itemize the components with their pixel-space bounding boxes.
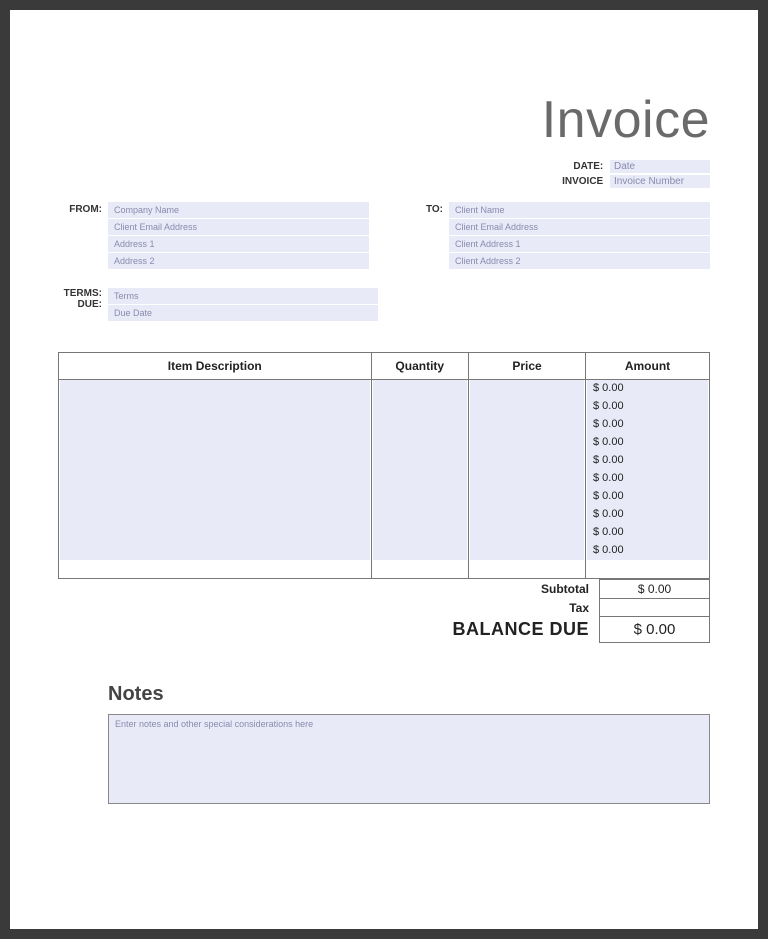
cell-price[interactable]	[470, 524, 584, 542]
cell-price[interactable]	[470, 434, 584, 452]
cell-desc[interactable]	[60, 470, 370, 488]
table-row: $ 0.00	[59, 434, 709, 452]
items-table: Item Description Quantity Price Amount $…	[59, 353, 709, 578]
from-email-field[interactable]: Client Email Address	[108, 219, 369, 235]
to-email-field[interactable]: Client Email Address	[449, 219, 710, 235]
table-row: $ 0.00	[59, 416, 709, 434]
to-addr2-field[interactable]: Client Address 2	[449, 253, 710, 269]
cell-desc[interactable]	[60, 452, 370, 470]
tax-label: Tax	[442, 599, 599, 617]
due-label: DUE:	[58, 299, 108, 310]
table-row: $ 0.00	[59, 488, 709, 506]
cell-desc[interactable]	[60, 380, 370, 398]
table-spacer	[59, 560, 709, 578]
cell-price[interactable]	[470, 416, 584, 434]
page-title: Invoice	[58, 90, 710, 150]
items-body: $ 0.00$ 0.00$ 0.00$ 0.00$ 0.00$ 0.00$ 0.…	[59, 380, 709, 579]
from-addr1-field[interactable]: Address 1	[108, 236, 369, 252]
invoice-page: Invoice DATE: Date INVOICE Invoice Numbe…	[10, 10, 758, 929]
cell-qty[interactable]	[373, 470, 468, 488]
table-row: $ 0.00	[59, 398, 709, 416]
col-description: Item Description	[59, 353, 371, 380]
items-table-wrap: Item Description Quantity Price Amount $…	[58, 352, 710, 579]
cell-amt: $ 0.00	[587, 452, 708, 470]
balance-due-value: $ 0.00	[600, 617, 710, 643]
cell-amt: $ 0.00	[587, 470, 708, 488]
table-row: $ 0.00	[59, 452, 709, 470]
date-field[interactable]: Date	[610, 160, 710, 173]
cell-desc[interactable]	[60, 506, 370, 524]
cell-desc[interactable]	[60, 398, 370, 416]
from-block: FROM: Company Name Client Email Address …	[58, 202, 369, 270]
cell-qty[interactable]	[373, 488, 468, 506]
cell-price[interactable]	[470, 542, 584, 560]
cell-amt: $ 0.00	[587, 524, 708, 542]
cell-amt: $ 0.00	[587, 416, 708, 434]
col-quantity: Quantity	[371, 353, 469, 380]
from-company-field[interactable]: Company Name	[108, 202, 369, 218]
cell-price[interactable]	[470, 506, 584, 524]
notes-field[interactable]: Enter notes and other special considerat…	[108, 714, 710, 804]
table-row: $ 0.00	[59, 542, 709, 560]
tax-value[interactable]	[600, 599, 710, 617]
cell-price[interactable]	[470, 380, 584, 398]
cell-price[interactable]	[470, 452, 584, 470]
cell-price[interactable]	[470, 470, 584, 488]
subtotal-label: Subtotal	[442, 580, 599, 599]
terms-field[interactable]: Terms	[108, 288, 378, 304]
cell-qty[interactable]	[373, 452, 468, 470]
invoice-number-field[interactable]: Invoice Number	[610, 175, 710, 188]
cell-desc[interactable]	[60, 416, 370, 434]
table-row: $ 0.00	[59, 470, 709, 488]
cell-amt: $ 0.00	[587, 398, 708, 416]
from-addr2-field[interactable]: Address 2	[108, 253, 369, 269]
cell-qty[interactable]	[373, 524, 468, 542]
to-block: TO: Client Name Client Email Address Cli…	[399, 202, 710, 270]
notes-heading: Notes	[108, 683, 710, 706]
cell-desc[interactable]	[60, 488, 370, 506]
cell-desc[interactable]	[60, 524, 370, 542]
to-addr1-field[interactable]: Client Address 1	[449, 236, 710, 252]
cell-qty[interactable]	[373, 506, 468, 524]
cell-amt: $ 0.00	[587, 542, 708, 560]
cell-desc[interactable]	[60, 542, 370, 560]
cell-price[interactable]	[470, 398, 584, 416]
from-label: FROM:	[58, 202, 108, 270]
due-date-field[interactable]: Due Date	[108, 305, 378, 321]
to-name-field[interactable]: Client Name	[449, 202, 710, 218]
cell-qty[interactable]	[373, 380, 468, 398]
table-row: $ 0.00	[59, 524, 709, 542]
col-price: Price	[469, 353, 586, 380]
invoice-number-label: INVOICE	[562, 176, 603, 187]
terms-label: TERMS:	[58, 288, 108, 299]
totals-block: Subtotal $ 0.00 Tax BALANCE DUE $ 0.00	[58, 579, 710, 643]
invoice-meta: DATE: Date INVOICE Invoice Number	[58, 160, 710, 188]
cell-desc[interactable]	[60, 434, 370, 452]
table-row: $ 0.00	[59, 380, 709, 399]
balance-due-label: BALANCE DUE	[442, 617, 599, 643]
cell-amt: $ 0.00	[587, 488, 708, 506]
cell-amt: $ 0.00	[587, 434, 708, 452]
to-label: TO:	[399, 202, 449, 270]
subtotal-value: $ 0.00	[600, 580, 710, 599]
col-amount: Amount	[586, 353, 710, 380]
table-row: $ 0.00	[59, 506, 709, 524]
cell-amt: $ 0.00	[587, 380, 708, 398]
cell-qty[interactable]	[373, 434, 468, 452]
terms-block: TERMS: DUE: Terms Due Date	[58, 288, 710, 322]
cell-amt: $ 0.00	[587, 506, 708, 524]
cell-qty[interactable]	[373, 398, 468, 416]
cell-qty[interactable]	[373, 416, 468, 434]
cell-qty[interactable]	[373, 542, 468, 560]
date-label: DATE:	[573, 161, 603, 172]
cell-price[interactable]	[470, 488, 584, 506]
